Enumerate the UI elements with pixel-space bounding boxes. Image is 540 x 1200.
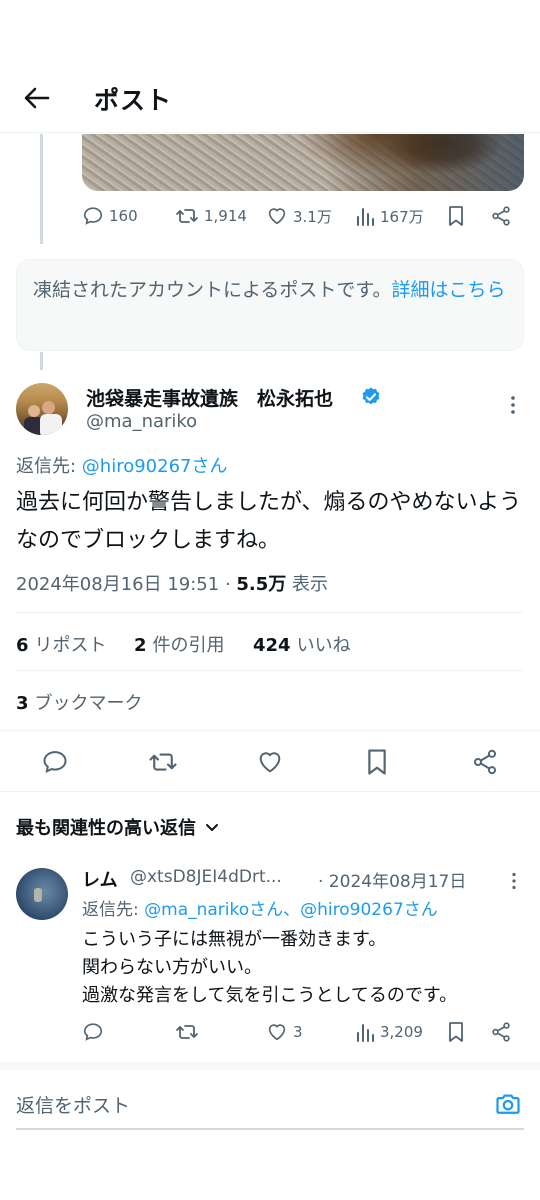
avatar[interactable]: [16, 383, 68, 435]
reply-author-name[interactable]: レム: [82, 866, 118, 892]
chevron-down-icon: [206, 824, 218, 831]
reply-icon: [83, 1023, 103, 1041]
quotes-stat[interactable]: 2 件の引用: [134, 631, 225, 657]
bookmark-icon: [449, 1022, 463, 1042]
share-button[interactable]: [490, 205, 512, 227]
like-count: 3.1万: [293, 207, 332, 226]
repost-icon: [176, 209, 198, 223]
view-count: 167万: [380, 207, 424, 226]
views-count: 5.5万: [236, 574, 287, 595]
bookmark-button[interactable]: [364, 748, 392, 776]
reply-icon: [83, 207, 103, 225]
bookmarks-stat[interactable]: 3 ブックマーク: [16, 689, 143, 715]
top-bar: [0, 0, 540, 133]
likes-stat[interactable]: 424 いいね: [253, 631, 351, 657]
bookmark-icon: [449, 206, 463, 226]
quotes-count: 2: [134, 635, 147, 656]
post-text: 過去に何回か警告しましたが、煽るのやめないようなのでブロックしますね。: [16, 490, 522, 553]
share-icon: [492, 206, 510, 226]
reply-text-line: こういう子には無視が一番効きます。: [82, 929, 387, 950]
divider: [16, 612, 524, 613]
author-handle[interactable]: @ma_nariko: [86, 411, 197, 432]
likes-count: 424: [253, 635, 291, 656]
sort-label: 最も関連性の高い返信: [16, 818, 196, 839]
heart-icon: [268, 208, 286, 225]
reply-to-handle[interactable]: @hiro90267さん: [82, 456, 228, 477]
reply-reply-to: 返信先: @ma_narikoさん、@hiro90267さん: [82, 895, 438, 920]
views-action[interactable]: 3,209: [355, 1021, 423, 1043]
reply-text-line: 過激な発言をして気を引こうとしてるのです。: [82, 985, 458, 1006]
bookmark-button[interactable]: [446, 205, 466, 227]
post-action-bar: [0, 730, 540, 792]
repost-action[interactable]: 1,914: [175, 205, 247, 227]
reply-to-label: 返信先:: [16, 456, 82, 477]
author-name[interactable]: 池袋暴走事故遺族 松永拓也: [86, 384, 333, 411]
verified-badge-icon: [360, 386, 382, 408]
heart-icon: [268, 1024, 286, 1041]
bookmarks-count: 3: [16, 693, 29, 714]
share-icon: [473, 749, 497, 775]
reply-sort-dropdown[interactable]: 最も関連性の高い返信: [16, 814, 220, 840]
like-action[interactable]: 3: [266, 1021, 303, 1043]
repost-icon: [149, 753, 177, 771]
more-options-icon[interactable]: [502, 871, 526, 891]
reposts-count: 6: [16, 635, 29, 656]
repost-icon: [176, 1025, 198, 1039]
like-count: 3: [293, 1023, 303, 1041]
input-underline: [16, 1128, 524, 1130]
heart-icon: [259, 752, 281, 773]
likes-label: いいね: [296, 635, 351, 656]
separator: ·: [219, 574, 237, 595]
reply-action[interactable]: 160: [82, 205, 138, 227]
reply-input-placeholder[interactable]: 返信をポスト: [16, 1091, 130, 1118]
reply-action[interactable]: [82, 1021, 109, 1043]
reply-count: 160: [109, 207, 138, 225]
post-metadata: 2024年08月16日 19:51 · 5.5万 表示: [16, 570, 328, 596]
like-button[interactable]: [256, 748, 284, 776]
page-title: ポスト: [94, 86, 173, 115]
repost-button[interactable]: [148, 748, 177, 776]
quotes-label: 件の引用: [152, 635, 225, 656]
bar-chart-icon: [357, 1024, 374, 1042]
reply-date[interactable]: · 2024年08月17日: [318, 867, 466, 892]
notice-text: 凍結されたアカウントによるポストです。: [33, 279, 392, 301]
reply-button[interactable]: [41, 748, 69, 776]
reply-text: こういう子には無視が一番効きます。 関わらない方がいい。 過激な発言をして気を引…: [82, 926, 522, 1010]
reply-to-handles[interactable]: @ma_narikoさん、@hiro90267さん: [144, 900, 438, 920]
reply-to-label: 返信先:: [82, 900, 145, 920]
like-action[interactable]: 3.1万: [266, 205, 332, 227]
details-link[interactable]: 詳細はこちら: [392, 279, 506, 301]
views-label: 表示: [286, 574, 329, 595]
post-timestamp[interactable]: 2024年08月16日 19:51: [16, 574, 219, 595]
bookmark-icon: [368, 749, 386, 775]
bookmarks-label: ブックマーク: [34, 693, 143, 714]
share-icon: [492, 1022, 510, 1042]
bookmark-button[interactable]: [446, 1021, 466, 1043]
view-count: 3,209: [380, 1023, 423, 1041]
views-action[interactable]: 167万: [355, 205, 424, 227]
reply-to: 返信先: @hiro90267さん: [16, 452, 227, 478]
divider: [16, 670, 524, 671]
repost-count: 1,914: [204, 207, 247, 225]
reply-avatar[interactable]: [16, 868, 68, 920]
more-options-icon[interactable]: [500, 394, 526, 416]
camera-icon[interactable]: [494, 1090, 522, 1118]
share-button[interactable]: [490, 1021, 512, 1043]
reposts-stat[interactable]: 6 リポスト: [16, 631, 107, 657]
reply-icon: [43, 751, 67, 774]
back-arrow-icon[interactable]: [18, 80, 56, 116]
suspended-account-notice: 凍結されたアカウントによるポストです。詳細はこちら: [16, 259, 524, 351]
repost-action[interactable]: [175, 1021, 204, 1043]
reply-author-handle[interactable]: @xtsD8JEI4dDrt...: [130, 867, 282, 887]
post-image[interactable]: [82, 134, 524, 191]
thread-line: [40, 134, 43, 244]
reply-text-line: 関わらない方がいい。: [82, 957, 262, 978]
reposts-label: リポスト: [34, 635, 107, 656]
section-separator: [0, 1062, 540, 1070]
bar-chart-icon: [357, 208, 374, 226]
share-button[interactable]: [471, 748, 499, 776]
thread-line: [40, 352, 43, 370]
